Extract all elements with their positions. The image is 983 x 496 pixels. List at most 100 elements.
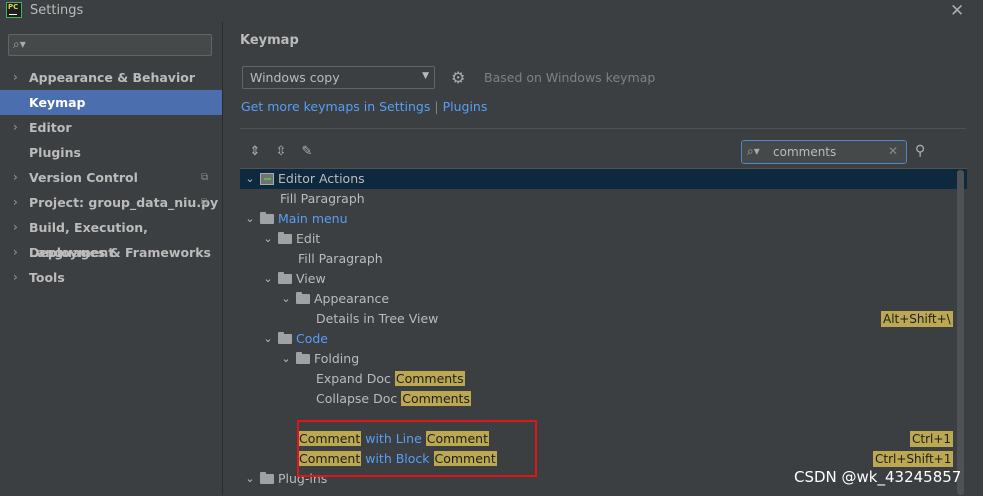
- tree-row-label: Code: [296, 329, 328, 349]
- project-level-icon: ⧉: [201, 197, 209, 208]
- sidebar-item[interactable]: › Build, Execution, Deployment: [0, 215, 222, 260]
- tree-row-label: Fill Paragraph: [298, 249, 383, 269]
- gear-icon[interactable]: ⚙: [451, 68, 465, 87]
- folder-icon: [296, 352, 310, 364]
- window-title: Settings: [30, 3, 84, 18]
- tree-row-label: Collapse Doc Comments: [316, 389, 471, 409]
- chevron-down-icon[interactable]: ⌄: [262, 229, 274, 249]
- sidebar-item[interactable]: › Version Control ⧉: [0, 165, 222, 190]
- tree-row-label: Folding: [314, 349, 359, 369]
- chevron-down-icon[interactable]: ⌄: [262, 329, 274, 349]
- tree-row[interactable]: Collapse Doc Comments: [240, 389, 967, 409]
- folder-icon: [296, 292, 310, 304]
- annotation-highlight-box: [297, 420, 537, 477]
- action-name: Fill Paragraph: [280, 191, 365, 206]
- chevron-right-icon: ›: [13, 270, 18, 284]
- sidebar-item-label: Plugins: [29, 145, 81, 160]
- chevron-right-icon: ›: [13, 170, 18, 184]
- pycharm-app-icon: PC: [6, 2, 22, 18]
- sidebar-item[interactable]: › Editor: [0, 115, 222, 140]
- tree-row-label: Fill Paragraph: [280, 189, 365, 209]
- tree-row-label: View: [296, 269, 326, 289]
- edit-pencil-icon[interactable]: ✎: [299, 144, 315, 160]
- folder-icon: [260, 212, 274, 224]
- clear-icon[interactable]: ✕: [888, 144, 898, 158]
- chevron-down-icon[interactable]: ⌄: [280, 289, 292, 309]
- tree-row-label: Editor Actions: [278, 169, 365, 189]
- find-by-shortcut-icon[interactable]: ⚲: [915, 143, 925, 159]
- action-name: Edit: [296, 231, 321, 246]
- chevron-right-icon: ›: [13, 245, 18, 259]
- close-icon[interactable]: ✕: [950, 1, 964, 21]
- editor-actions-icon: [260, 173, 274, 185]
- tree-row[interactable]: ⌄ Code: [240, 329, 967, 349]
- tree-row[interactable]: Details in Tree View Alt+Shift+\: [240, 309, 967, 329]
- expand-all-icon[interactable]: ⇕: [247, 144, 263, 160]
- keymap-dropdown-value: Windows copy: [250, 70, 340, 85]
- chevron-down-icon[interactable]: ⌄: [244, 169, 256, 189]
- tree-row[interactable]: Fill Paragraph: [240, 189, 967, 209]
- project-level-icon: ⧉: [201, 172, 209, 183]
- chevron-right-icon: ›: [13, 220, 18, 234]
- tree-row-label: Expand Doc Comments: [316, 369, 465, 389]
- match-highlight: Comments: [394, 371, 465, 386]
- watermark: CSDN @wk_43245857: [794, 468, 962, 486]
- folder-icon: [278, 232, 292, 244]
- sidebar-item[interactable]: › Languages & Frameworks: [0, 240, 222, 265]
- sidebar-item[interactable]: › Tools: [0, 265, 222, 290]
- action-name: Appearance: [314, 291, 390, 306]
- keymap-filter-input[interactable]: ⌕▾ comments ✕: [741, 140, 907, 164]
- shortcut-badge: Ctrl+Shift+1: [873, 451, 954, 467]
- chevron-down-icon[interactable]: ⌄: [244, 209, 256, 229]
- search-icon: ⌕▾: [747, 144, 760, 158]
- chevron-down-icon[interactable]: ⌄: [244, 469, 256, 489]
- action-name: View: [296, 271, 326, 286]
- folder-icon: [260, 472, 274, 484]
- tree-row[interactable]: ⌄ Folding: [240, 349, 967, 369]
- page-title: Keymap: [240, 33, 299, 48]
- settings-search-input[interactable]: [31, 36, 211, 56]
- sidebar-item[interactable]: Keymap: [0, 90, 222, 115]
- sidebar-item-label: Project: group_data_niu.py: [29, 195, 219, 210]
- keymap-dropdown[interactable]: Windows copy ▼: [242, 66, 435, 89]
- sidebar-item-label: Keymap: [29, 95, 86, 110]
- settings-sidebar: ⌕▾ › Appearance & Behavior Keymap › Editor Pl…: [0, 22, 223, 495]
- sidebar-item-label: Languages & Frameworks: [29, 245, 211, 260]
- search-icon: ⌕▾: [13, 37, 26, 51]
- tree-row[interactable]: ⌄ View: [240, 269, 967, 289]
- action-name: Folding: [314, 351, 360, 366]
- tree-row[interactable]: ⌄ Main menu: [240, 209, 967, 229]
- chevron-right-icon: ›: [13, 120, 18, 134]
- shortcut-badge: Ctrl+1: [910, 431, 954, 447]
- tree-row[interactable]: ⌄ Appearance: [240, 289, 967, 309]
- match-highlight: Comments: [401, 391, 471, 406]
- tree-row[interactable]: ⌄ Edit: [240, 229, 967, 249]
- sidebar-item[interactable]: › Project: group_data_niu.py ⧉: [0, 190, 222, 215]
- sidebar-item-label: Appearance & Behavior: [29, 70, 195, 85]
- chevron-down-icon[interactable]: ⌄: [262, 269, 274, 289]
- sidebar-item[interactable]: › Appearance & Behavior: [0, 65, 222, 90]
- action-name: Code: [296, 331, 329, 346]
- tree-row[interactable]: Fill Paragraph: [240, 249, 967, 269]
- sidebar-item-label: Tools: [29, 270, 65, 285]
- tree-row[interactable]: Expand Doc Comments: [240, 369, 967, 389]
- chevron-down-icon[interactable]: ⌄: [280, 349, 292, 369]
- sidebar-item[interactable]: Plugins: [0, 140, 222, 165]
- based-on-label: Based on Windows keymap: [484, 70, 656, 85]
- settings-search-box[interactable]: ⌕▾: [8, 34, 212, 56]
- get-more-keymaps-link[interactable]: Get more keymaps in Settings: [241, 99, 430, 114]
- tree-row-label: Edit: [296, 229, 320, 249]
- title-bar: PC Settings ✕: [0, 0, 983, 22]
- action-name: Editor Actions: [278, 171, 365, 186]
- shortcut-badge: Alt+Shift+\: [881, 311, 953, 327]
- action-name: Expand Doc: [316, 371, 395, 386]
- app-icon-text: PC: [8, 3, 19, 11]
- chevron-right-icon: ›: [13, 195, 18, 209]
- folder-icon: [278, 332, 292, 344]
- plugins-link[interactable]: Plugins: [443, 99, 488, 114]
- sidebar-item-label: Version Control: [29, 170, 138, 185]
- filter-value: comments: [773, 145, 837, 159]
- tree-row[interactable]: ⌄ Editor Actions: [240, 169, 967, 189]
- collapse-all-icon[interactable]: ⇳: [273, 144, 289, 160]
- tree-scrollbar[interactable]: [957, 170, 964, 495]
